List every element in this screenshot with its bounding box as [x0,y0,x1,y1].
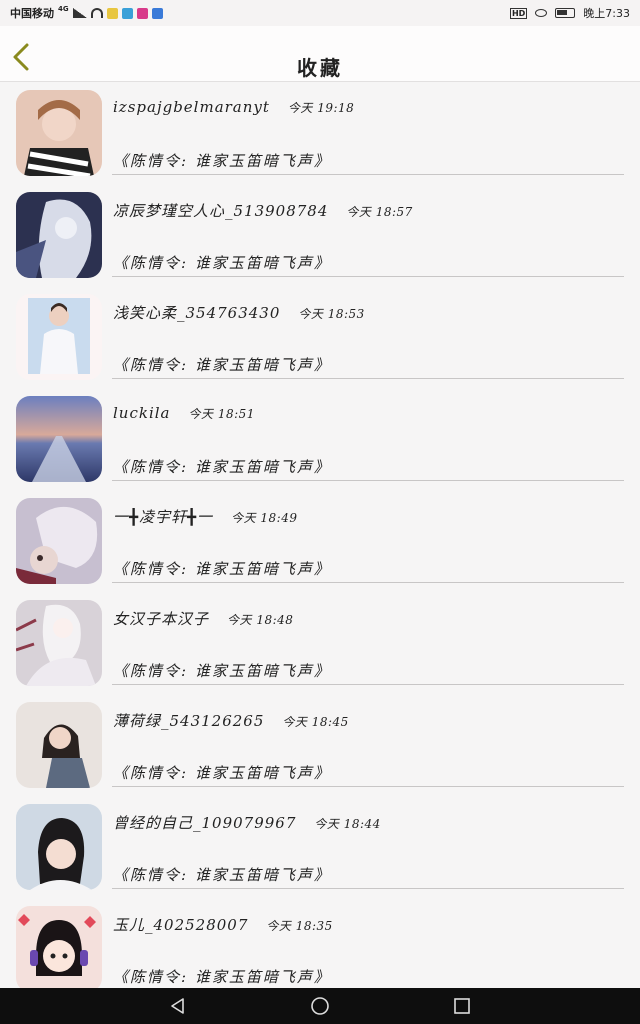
name-row: 浅笑心柔_354763430 今天 18:53 [113,302,365,323]
divider [112,684,624,685]
song-title: 《陈情令: 谁家玉笛暗飞声》 [113,764,331,782]
user-name: izspajgbelmaranyt [113,98,270,116]
song-title: 《陈情令: 谁家玉笛暗飞声》 [113,662,331,680]
list-item[interactable]: 一╋凌宇轩╋一 今天 18:49 《陈情令: 谁家玉笛暗飞声》 [0,490,640,592]
list-item[interactable]: 女汉子本汉子 今天 18:48 《陈情令: 谁家玉笛暗飞声》 [0,592,640,694]
list-item[interactable]: izspajgbelmaranyt 今天 19:18 《陈情令: 谁家玉笛暗飞声… [0,82,640,184]
avatar [16,396,102,482]
song-title: 《陈情令: 谁家玉笛暗飞声》 [113,866,331,884]
song-title: 《陈情令: 谁家玉笛暗飞声》 [113,968,331,986]
circle-home-icon [311,997,329,1015]
list-item[interactable]: 凉辰梦瑾空人心_513908784 今天 18:57 《陈情令: 谁家玉笛暗飞声… [0,184,640,286]
name-row: 凉辰梦瑾空人心_513908784 今天 18:57 [113,200,413,221]
divider [112,888,624,889]
name-row: 玉儿_402528007 今天 18:35 [113,914,333,935]
avatar [16,804,102,890]
eye-comfort-icon [535,9,548,17]
page-title: 收藏 [297,56,343,80]
avatar [16,192,102,278]
header: 收藏 [0,26,640,82]
square-recent-icon [454,998,470,1014]
song-title: 《陈情令: 谁家玉笛暗飞声》 [113,152,331,170]
list-item[interactable]: 曾经的自己_109079967 今天 18:44 《陈情令: 谁家玉笛暗飞声》 [0,796,640,898]
list-item[interactable]: 玉儿_402528007 今天 18:35 《陈情令: 谁家玉笛暗飞声》 [0,898,640,988]
timestamp: 今天 18:57 [346,205,413,219]
song-title: 《陈情令: 谁家玉笛暗飞声》 [113,254,331,272]
timestamp: 今天 18:49 [231,511,298,525]
user-name: luckila [113,404,171,422]
nav-back-button[interactable] [167,995,189,1017]
avatar [16,906,102,988]
song-title: 《陈情令: 谁家玉笛暗飞声》 [113,560,331,578]
avatar [16,600,102,686]
app-notification-icon [106,7,118,19]
battery-icon [555,8,576,18]
navigation-bar [0,988,640,1024]
divider [112,276,624,277]
name-row: luckila 今天 18:51 [113,404,255,422]
nav-recent-button[interactable] [451,995,473,1017]
timestamp: 今天 18:45 [282,715,349,729]
song-title: 《陈情令: 谁家玉笛暗飞声》 [113,356,331,374]
timestamp: 今天 18:51 [188,407,255,421]
network-label: 4G [58,5,69,13]
name-row: 曾经的自己_109079967 今天 18:44 [113,812,381,833]
user-name: 女汉子本汉子 [113,610,210,628]
song-title: 《陈情令: 谁家玉笛暗飞声》 [113,458,331,476]
nav-home-button[interactable] [309,995,331,1017]
divider [112,786,624,787]
name-row: 薄荷绿_543126265 今天 18:45 [113,710,349,731]
hd-icon: HD [509,7,528,19]
user-name: 凉辰梦瑾空人心_513908784 [113,202,329,220]
avatar [16,294,102,380]
divider [112,174,624,175]
wifi-icon [90,8,103,18]
user-name: 薄荷绿_543126265 [113,712,265,730]
signal-icon [72,8,87,18]
app-notification-icon [136,7,148,19]
user-name: 浅笑心柔_354763430 [113,304,281,322]
timestamp: 今天 18:44 [314,817,381,831]
name-row: 一╋凌宇轩╋一 今天 18:49 [113,506,297,527]
user-name: 曾经的自己_109079967 [113,814,297,832]
app-notification-icon [121,7,133,19]
timestamp: 今天 18:35 [266,919,333,933]
status-right: HD 晚上7:33 [509,5,630,21]
user-name: 一╋凌宇轩╋一 [113,508,214,526]
timestamp: 今天 18:53 [298,307,365,321]
divider [112,378,624,379]
list-item[interactable]: luckila 今天 18:51 《陈情令: 谁家玉笛暗飞声》 [0,388,640,490]
divider [112,582,624,583]
divider [112,480,624,481]
clock: 晚上7:33 [583,7,630,20]
timestamp: 今天 19:18 [287,101,355,115]
triangle-back-icon [171,998,184,1014]
status-left: 中国移动 4G [10,5,163,21]
status-bar: 中国移动 4G HD 晚上7:33 [0,0,640,26]
carrier-label: 中国移动 [10,7,54,20]
avatar [16,702,102,788]
app-notification-icon [151,7,163,19]
list-item[interactable]: 浅笑心柔_354763430 今天 18:53 《陈情令: 谁家玉笛暗飞声》 [0,286,640,388]
user-name: 玉儿_402528007 [113,916,249,934]
avatar [16,498,102,584]
name-row: 女汉子本汉子 今天 18:48 [113,608,293,629]
favorites-list: izspajgbelmaranyt 今天 19:18 《陈情令: 谁家玉笛暗飞声… [0,82,640,988]
timestamp: 今天 18:48 [227,613,294,627]
list-item[interactable]: 薄荷绿_543126265 今天 18:45 《陈情令: 谁家玉笛暗飞声》 [0,694,640,796]
name-row: izspajgbelmaranyt 今天 19:18 [113,98,354,116]
avatar [16,90,102,176]
